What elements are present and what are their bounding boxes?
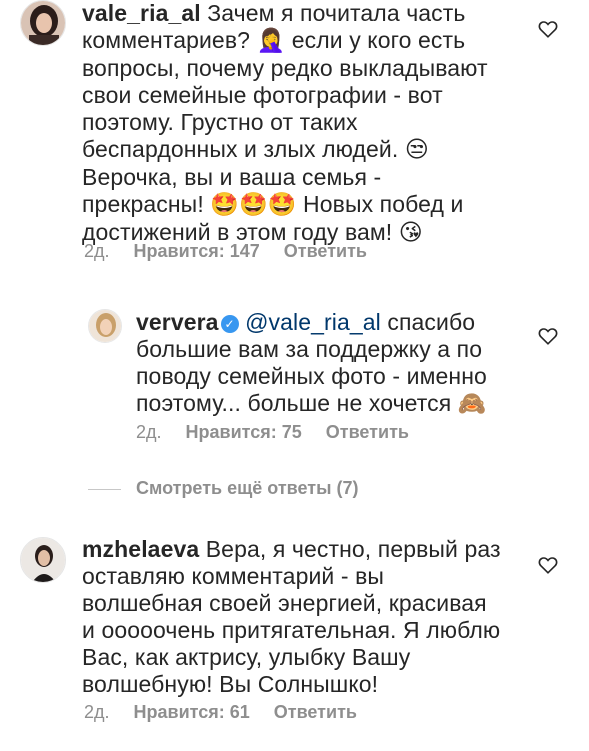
facepalm-emoji: 🤦‍♀️ (256, 28, 286, 54)
comment-line: Вас, как актрису, улыбку Вашу (82, 644, 411, 670)
comment-line: поводу семейных фото - именно (136, 363, 487, 389)
view-more-replies-button[interactable]: Смотреть ещё ответы (7) (88, 478, 358, 502)
starstruck-emoji: 🤩 (239, 192, 268, 218)
comment-line: беспардонных и злых людей. (82, 136, 405, 162)
divider-line (88, 488, 121, 490)
comment-meta: 2д. Нравится: 147 Ответить (84, 241, 391, 262)
view-more-label: Смотреть ещё ответы (7) (136, 478, 359, 498)
comment-line: Верочка, вы и ваша семья - (82, 164, 382, 190)
timestamp: 2д. (84, 702, 110, 722)
see-no-evil-monkey-emoji: 🙈 (457, 391, 487, 417)
comment-line: Вера, я честно, первый раз (199, 536, 501, 562)
verified-badge-icon: ✓ (220, 315, 239, 333)
comment-line: волшебную! Вы Солнышко! (82, 671, 379, 697)
comment-line: поэтому... больше не хочется (136, 390, 458, 416)
starstruck-emoji: 🤩 (267, 192, 297, 218)
unamused-emoji: 😒 (404, 137, 429, 163)
comment-line: волшебная своей энергией, красивая (82, 590, 487, 616)
username[interactable]: mzhelaeva (82, 536, 199, 562)
reply-button[interactable]: Ответить (326, 422, 409, 442)
comment-line: комментариев? (82, 27, 257, 53)
comment-line: оставляю комментарий - вы (82, 563, 385, 589)
avatar[interactable] (20, 537, 66, 583)
comment-line: прекрасны! (82, 191, 211, 217)
timestamp: 2д. (84, 241, 110, 261)
comment-text: mzhelaeva Вера, я честно, первый раз ост… (82, 536, 552, 698)
username[interactable]: vale_ria_al (82, 0, 201, 26)
likes-count[interactable]: Нравится: 147 (134, 241, 260, 261)
timestamp: 2д. (136, 422, 162, 442)
comment-text: ververa ✓ @vale_ria_al спасибо большие ва… (136, 309, 536, 418)
heart-icon[interactable] (538, 556, 558, 574)
avatar[interactable] (20, 0, 66, 46)
comment-meta: 2д. Нравится: 75 Ответить (136, 422, 433, 443)
comment-line: спасибо (380, 309, 476, 335)
starstruck-emoji: 🤩 (210, 192, 240, 218)
kiss-emoji: 😘 (398, 220, 423, 246)
likes-count[interactable]: Нравится: 61 (134, 702, 250, 722)
avatar-photo (21, 1, 65, 45)
comment-line: и ооооочень притягательная. Я люблю (82, 617, 501, 643)
username[interactable]: ververa (136, 309, 219, 335)
avatar[interactable] (88, 309, 122, 343)
heart-icon[interactable] (538, 327, 558, 345)
comment-line: если у кого есть (285, 27, 466, 53)
mention-link[interactable]: @vale_ria_al (245, 309, 381, 335)
reply-button[interactable]: Ответить (284, 241, 367, 261)
comment-line: большие вам за поддержку а по (136, 336, 483, 362)
comment-line: Новых побед и (296, 191, 464, 217)
avatar-photo (89, 310, 121, 342)
comment-line: свои семейные фотографии - вот (82, 82, 443, 108)
comment-line: Зачем я почитала часть (200, 0, 466, 26)
reply-button[interactable]: Ответить (274, 702, 357, 722)
avatar-photo (21, 538, 65, 582)
comment-meta: 2д. Нравится: 61 Ответить (84, 702, 381, 723)
comment-line: вопросы, почему редко выкладывают (82, 55, 488, 81)
comment-line: поэтому. Грустно от таких (82, 109, 358, 135)
heart-icon[interactable] (538, 20, 558, 38)
likes-count[interactable]: Нравится: 75 (186, 422, 302, 442)
comment-text: vale_ria_al Зачем я почитала часть комме… (82, 0, 552, 247)
